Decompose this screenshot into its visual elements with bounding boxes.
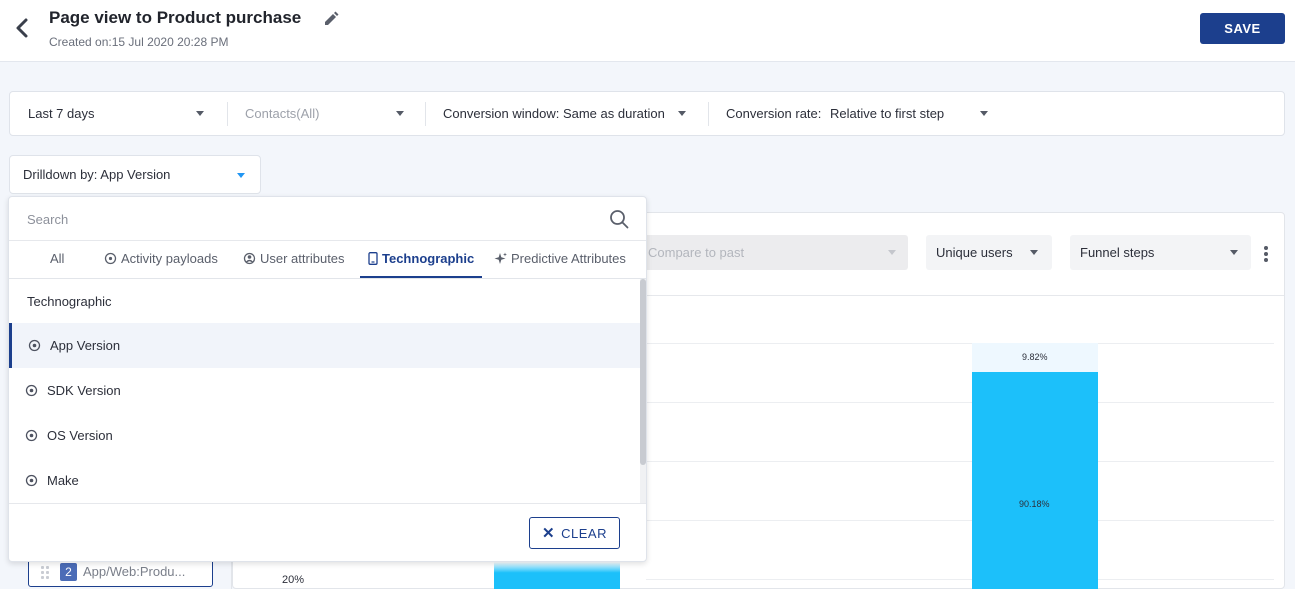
grid-line	[646, 343, 1274, 344]
attribute-tabs: All Activity payloads User attributes Te…	[9, 241, 646, 279]
chevron-down-icon	[888, 250, 896, 255]
compare-label: Compare to past	[648, 245, 745, 260]
created-timestamp: Created on:15 Jul 2020 20:28 PM	[49, 35, 229, 49]
chevron-down-icon	[396, 111, 404, 116]
compare-to-past-select[interactable]: Compare to past	[638, 235, 908, 270]
divider	[9, 503, 646, 504]
tab-user-attributes[interactable]: User attributes	[243, 241, 345, 278]
attribute-icon	[28, 339, 41, 352]
back-arrow-icon[interactable]	[12, 16, 32, 40]
attribute-icon	[25, 384, 38, 397]
step-label: App/Web:Produ...	[83, 564, 186, 579]
clear-button[interactable]: ✕ CLEAR	[529, 517, 620, 549]
grid-line	[646, 579, 1274, 580]
grid-line	[646, 402, 1274, 403]
tab-label: Predictive Attributes	[511, 251, 626, 266]
tab-label: Activity payloads	[121, 251, 218, 266]
option-label: OS Version	[47, 428, 113, 443]
grid-line	[646, 520, 1274, 521]
metric-label: Unique users	[936, 245, 1013, 260]
attribute-icon	[25, 474, 38, 487]
chevron-down-icon	[1230, 250, 1238, 255]
scrollbar-thumb[interactable]	[640, 279, 646, 465]
tab-activity-payloads[interactable]: Activity payloads	[104, 241, 218, 278]
view-select[interactable]: Funnel steps	[1070, 235, 1251, 270]
contacts-select[interactable]: Contacts(All)	[245, 92, 319, 135]
search-bar	[9, 197, 646, 241]
option-label: SDK Version	[47, 383, 121, 398]
more-options-icon[interactable]	[1264, 246, 1270, 264]
grid-line	[646, 461, 1274, 462]
page-header: Page view to Product purchase Created on…	[0, 0, 1295, 62]
tab-label: Technographic	[382, 251, 475, 266]
divider	[425, 102, 426, 126]
conversion-rate-label: Conversion rate:	[726, 106, 822, 121]
chevron-down-icon	[1030, 250, 1038, 255]
search-icon[interactable]	[609, 209, 629, 229]
search-input[interactable]	[19, 205, 599, 233]
bar-label-converted: 90.18%	[1019, 499, 1050, 509]
attribute-icon	[25, 429, 38, 442]
option-app-version[interactable]: App Version	[9, 323, 640, 368]
close-icon: ✕	[542, 525, 556, 542]
save-button[interactable]: SAVE	[1200, 13, 1285, 44]
divider	[231, 562, 232, 589]
clear-label: CLEAR	[561, 526, 607, 541]
device-icon	[368, 252, 378, 265]
option-os-version[interactable]: OS Version	[9, 413, 640, 458]
drilldown-select[interactable]: Drilldown by: App Version	[9, 155, 261, 194]
chevron-down-icon	[237, 173, 245, 178]
pencil-icon[interactable]	[323, 11, 339, 27]
step-number-badge: 2	[60, 563, 77, 581]
page-title: Page view to Product purchase	[49, 8, 302, 27]
drilldown-label: Drilldown by: App Version	[23, 167, 171, 182]
filter-bar: Last 7 days Contacts(All) Conversion win…	[9, 91, 1285, 136]
option-label: App Version	[50, 338, 121, 353]
date-range-select[interactable]: Last 7 days	[28, 92, 95, 135]
conversion-window-select[interactable]: Conversion window: Same as duration	[443, 92, 665, 135]
drilldown-dropdown: All Activity payloads User attributes Te…	[8, 196, 647, 562]
tab-predictive-attributes[interactable]: Predictive Attributes	[494, 241, 626, 278]
drag-handle-icon[interactable]	[41, 566, 51, 580]
payload-icon	[104, 252, 117, 265]
divider	[227, 102, 228, 126]
divider	[708, 102, 709, 126]
tab-all[interactable]: All	[50, 241, 64, 278]
funnel-step-chip[interactable]: 2 App/Web:Produ...	[28, 558, 213, 587]
option-sdk-version[interactable]: SDK Version	[9, 368, 640, 413]
tab-label: All	[50, 251, 65, 266]
tab-technographic[interactable]: Technographic	[360, 241, 483, 278]
sparkle-icon	[494, 252, 507, 264]
scrollbar[interactable]	[640, 279, 646, 503]
bar-label-dropoff: 9.82%	[1022, 352, 1048, 362]
option-make[interactable]: Make	[9, 458, 640, 503]
tab-label: User attributes	[260, 251, 345, 266]
bar-step-1[interactable]	[494, 562, 620, 589]
chevron-down-icon	[196, 111, 204, 116]
metric-select[interactable]: Unique users	[926, 235, 1052, 270]
chevron-down-icon	[980, 111, 988, 116]
option-label: Make	[47, 473, 79, 488]
conversion-rate-select[interactable]: Relative to first step	[830, 92, 944, 135]
section-title: Technographic	[27, 294, 112, 309]
y-tick-label: 20%	[282, 574, 305, 586]
bar-converted[interactable]	[972, 372, 1098, 589]
user-attribute-icon	[243, 252, 256, 265]
view-label: Funnel steps	[1080, 245, 1155, 260]
chevron-down-icon	[678, 111, 686, 116]
